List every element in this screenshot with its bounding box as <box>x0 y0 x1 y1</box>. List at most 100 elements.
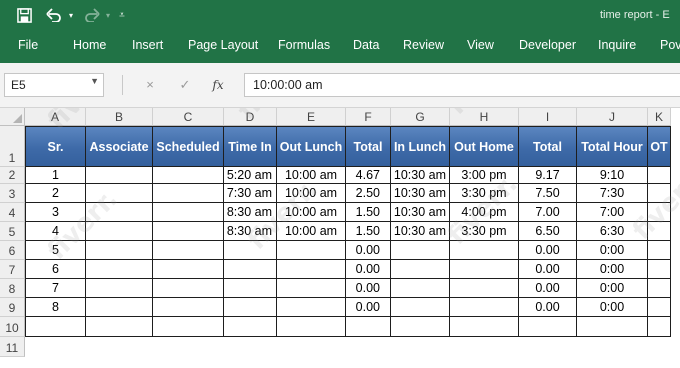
header-cell[interactable]: Total <box>519 126 577 167</box>
table-cell[interactable]: 5:20 am <box>224 167 277 184</box>
table-cell[interactable]: 3 <box>25 203 86 222</box>
table-cell[interactable] <box>153 203 224 222</box>
customize-qat-icon[interactable]: ⩡ <box>116 5 128 25</box>
table-cell[interactable] <box>450 241 519 260</box>
row-header-6[interactable]: 6 <box>0 241 25 260</box>
table-cell[interactable] <box>224 317 277 337</box>
table-cell[interactable] <box>86 241 153 260</box>
table-cell[interactable] <box>519 317 577 337</box>
column-header-h[interactable]: H <box>450 108 519 126</box>
table-cell[interactable]: 4.67 <box>346 167 391 184</box>
tab-formulas[interactable]: Formulas <box>278 38 330 52</box>
table-cell[interactable] <box>153 167 224 184</box>
row-header-7[interactable]: 7 <box>0 260 25 279</box>
table-cell[interactable] <box>153 260 224 279</box>
row-header-1[interactable]: 1 <box>0 126 25 167</box>
table-cell[interactable] <box>277 317 346 337</box>
table-cell[interactable]: 3:30 pm <box>450 222 519 241</box>
header-cell[interactable]: Associate <box>86 126 153 167</box>
table-cell[interactable] <box>86 260 153 279</box>
table-cell[interactable]: 0:00 <box>577 260 648 279</box>
table-cell[interactable] <box>277 279 346 298</box>
table-cell[interactable] <box>648 279 671 298</box>
table-cell[interactable] <box>277 241 346 260</box>
column-header-e[interactable]: E <box>277 108 346 126</box>
table-cell[interactable]: 1.50 <box>346 222 391 241</box>
table-cell[interactable]: 7.50 <box>519 184 577 203</box>
table-cell[interactable]: 0.00 <box>519 241 577 260</box>
enter-icon[interactable]: ✓ <box>175 75 195 95</box>
table-cell[interactable]: 6:30 <box>577 222 648 241</box>
tab-data[interactable]: Data <box>353 38 379 52</box>
table-cell[interactable]: 10:30 am <box>391 222 450 241</box>
header-cell[interactable]: In Lunch <box>391 126 450 167</box>
table-cell[interactable] <box>450 317 519 337</box>
column-header-k[interactable]: K <box>648 108 671 126</box>
table-cell[interactable] <box>391 317 450 337</box>
table-cell[interactable] <box>648 203 671 222</box>
table-cell[interactable]: 8:30 am <box>224 203 277 222</box>
table-cell[interactable] <box>153 184 224 203</box>
table-cell[interactable] <box>224 241 277 260</box>
table-cell[interactable] <box>450 260 519 279</box>
table-cell[interactable] <box>648 184 671 203</box>
formula-input[interactable]: 10:00:00 am <box>244 73 680 97</box>
table-cell[interactable] <box>86 184 153 203</box>
table-cell[interactable] <box>391 241 450 260</box>
column-header-b[interactable]: B <box>86 108 153 126</box>
table-cell[interactable]: 10:30 am <box>391 167 450 184</box>
table-cell[interactable]: 10:00 am <box>277 184 346 203</box>
table-cell[interactable]: 9:10 <box>577 167 648 184</box>
table-cell[interactable] <box>86 222 153 241</box>
table-cell[interactable]: 8 <box>25 298 86 317</box>
row-header-4[interactable]: 4 <box>0 203 25 222</box>
table-cell[interactable]: 1.50 <box>346 203 391 222</box>
table-cell[interactable] <box>648 317 671 337</box>
table-cell[interactable] <box>224 260 277 279</box>
redo-icon[interactable] <box>82 5 102 25</box>
table-cell[interactable]: 0:00 <box>577 241 648 260</box>
cancel-icon[interactable]: × <box>140 75 160 95</box>
table-cell[interactable]: 1 <box>25 167 86 184</box>
tab-page-layout[interactable]: Page Layout <box>188 38 258 52</box>
table-cell[interactable]: 10:00 am <box>277 167 346 184</box>
table-cell[interactable]: 6 <box>25 260 86 279</box>
table-cell[interactable]: 7.00 <box>519 203 577 222</box>
table-cell[interactable]: 0.00 <box>519 260 577 279</box>
table-cell[interactable] <box>277 298 346 317</box>
table-cell[interactable] <box>577 317 648 337</box>
header-cell[interactable]: Time In <box>224 126 277 167</box>
table-cell[interactable]: 6.50 <box>519 222 577 241</box>
column-header-j[interactable]: J <box>577 108 648 126</box>
table-cell[interactable] <box>648 241 671 260</box>
table-cell[interactable] <box>86 317 153 337</box>
table-cell[interactable]: 0.00 <box>519 279 577 298</box>
table-cell[interactable] <box>153 241 224 260</box>
table-cell[interactable]: 9.17 <box>519 167 577 184</box>
table-cell[interactable] <box>86 298 153 317</box>
table-cell[interactable] <box>391 260 450 279</box>
tab-power-pivot[interactable]: Pov <box>660 38 680 52</box>
table-cell[interactable] <box>86 167 153 184</box>
table-cell[interactable]: 3:00 pm <box>450 167 519 184</box>
table-cell[interactable] <box>153 317 224 337</box>
name-box[interactable]: E5 ▼ <box>4 73 104 97</box>
row-header-11[interactable]: 11 <box>0 337 25 357</box>
chevron-down-icon[interactable]: ▼ <box>90 76 99 86</box>
table-cell[interactable]: 7:30 am <box>224 184 277 203</box>
table-cell[interactable]: 8:30 am <box>224 222 277 241</box>
column-header-i[interactable]: I <box>519 108 577 126</box>
table-cell[interactable] <box>86 203 153 222</box>
table-cell[interactable]: 10:30 am <box>391 184 450 203</box>
table-cell[interactable]: 3:30 pm <box>450 184 519 203</box>
table-cell[interactable]: 0.00 <box>346 279 391 298</box>
table-cell[interactable] <box>25 317 86 337</box>
table-cell[interactable]: 4 <box>25 222 86 241</box>
table-cell[interactable]: 7:30 <box>577 184 648 203</box>
header-cell[interactable]: Out Lunch <box>277 126 346 167</box>
table-cell[interactable]: 0:00 <box>577 279 648 298</box>
table-cell[interactable]: 0.00 <box>346 260 391 279</box>
column-header-f[interactable]: F <box>346 108 391 126</box>
tab-file[interactable]: File <box>18 38 38 52</box>
table-cell[interactable]: 5 <box>25 241 86 260</box>
